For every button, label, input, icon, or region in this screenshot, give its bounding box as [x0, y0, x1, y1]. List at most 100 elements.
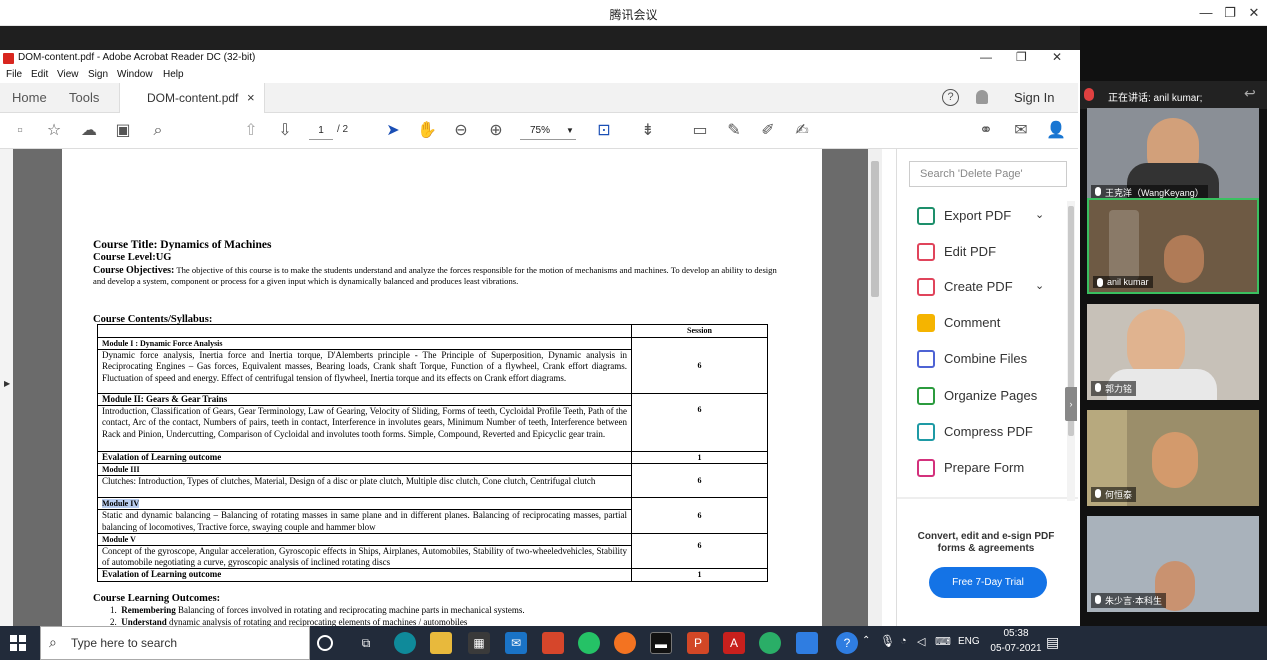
next-page-icon[interactable]: ⇩ — [275, 121, 295, 141]
ime-icon[interactable]: ⌨ — [935, 635, 951, 648]
session-value: 6 — [631, 337, 768, 394]
tool-combine-files[interactable]: Combine Files — [917, 349, 1067, 371]
volume-icon[interactable]: ◁ — [917, 635, 925, 648]
office-icon[interactable] — [542, 632, 564, 654]
notifications-icon[interactable]: ▤ — [1046, 634, 1059, 651]
document-scrollbar[interactable] — [868, 149, 882, 626]
wechat-icon[interactable] — [759, 632, 781, 654]
video-tile-participant-2[interactable]: anil kumar — [1087, 198, 1259, 294]
acrobat-close-button[interactable]: ✕ — [1052, 50, 1062, 64]
fit-page-icon[interactable]: ⊡ — [594, 121, 614, 141]
tab-close-button[interactable]: × — [247, 90, 255, 105]
email-icon[interactable]: ✉ — [1011, 121, 1031, 141]
tab-tools[interactable]: Tools — [69, 90, 99, 105]
tool-comment[interactable]: Comment — [917, 313, 1067, 335]
scrollbar-thumb[interactable] — [871, 161, 879, 297]
previous-page-icon[interactable]: ⇧ — [241, 121, 261, 141]
tool-label: Prepare Form — [944, 460, 1025, 475]
reply-arrow-icon[interactable]: ↩ — [1244, 85, 1256, 102]
upload-cloud-icon[interactable]: ☁ — [79, 121, 99, 141]
tool-export-pdf[interactable]: Export PDF ⌄ — [917, 206, 1067, 228]
zoom-select[interactable]: 75% ▼ — [520, 122, 576, 140]
acrobat-taskbar-icon[interactable]: A — [723, 632, 745, 654]
tool-label: Compress PDF — [944, 424, 1033, 439]
language-indicator[interactable]: ENG — [958, 636, 980, 647]
sign-in-button[interactable]: Sign In — [1014, 90, 1054, 105]
help-circle-icon[interactable]: ? — [836, 632, 858, 654]
tools-search-input[interactable]: Search 'Delete Page' — [909, 161, 1067, 187]
tool-create-pdf[interactable]: Create PDF ⌄ — [917, 277, 1067, 299]
print-icon[interactable]: ▣ — [113, 121, 133, 141]
acrobat-restore-button[interactable]: ❐ — [1016, 50, 1027, 64]
store-icon[interactable]: ▦ — [468, 632, 490, 654]
mail-icon[interactable]: ✉ — [505, 632, 527, 654]
link-icon[interactable]: ⚭ — [976, 121, 996, 141]
help-icon[interactable]: ? — [942, 89, 959, 106]
select-cursor-icon[interactable]: ➤ — [383, 121, 403, 141]
tab-document[interactable]: DOM-content.pdf × — [119, 83, 265, 114]
video-tile-participant-5[interactable]: 朱少言·本科生 — [1087, 516, 1259, 612]
task-view-icon[interactable]: ⧉ — [355, 632, 377, 654]
menu-sign[interactable]: Sign — [88, 69, 108, 80]
page-total: / 2 — [337, 124, 349, 135]
video-tile-participant-3[interactable]: 郭力铭 — [1087, 304, 1259, 400]
mic-icon — [1095, 187, 1101, 196]
tab-home[interactable]: Home — [12, 90, 47, 105]
collapse-pane-icon[interactable]: › — [1065, 387, 1077, 421]
menu-edit[interactable]: Edit — [31, 69, 48, 80]
chevron-down-icon[interactable]: ⌄ — [1035, 279, 1044, 292]
video-tile-participant-1[interactable]: 王克洋（WangKeyang） — [1087, 108, 1259, 204]
fill-sign-icon[interactable]: ✍ — [792, 121, 812, 141]
video-tile-participant-4[interactable]: 何恒泰 — [1087, 410, 1259, 506]
highlight-pen-icon[interactable]: ✎ — [724, 121, 744, 141]
zoom-in-icon[interactable]: ⊕ — [486, 121, 506, 141]
clock-time[interactable]: 05:38 — [996, 628, 1036, 639]
meeting-close-button[interactable]: ✕ — [1244, 4, 1264, 22]
outcome-item-2: 2. Understand dynamic analysis of rotati… — [110, 617, 468, 626]
tray-chevron-up-icon[interactable]: ⌃ — [862, 635, 870, 646]
free-trial-button[interactable]: Free 7-Day Trial — [929, 567, 1047, 598]
menu-window[interactable]: Window — [117, 69, 153, 80]
comment-icon[interactable]: ▭ — [690, 121, 710, 141]
firefox-icon[interactable] — [614, 632, 636, 654]
whatsapp-icon[interactable] — [578, 632, 600, 654]
module-cell: Module III Clutches: Introduction, Types … — [97, 463, 632, 499]
powerpoint-icon[interactable]: P — [687, 632, 709, 654]
save-icon[interactable]: ▫ — [10, 121, 30, 141]
hand-tool-icon[interactable]: ✋ — [417, 121, 437, 141]
cortana-icon[interactable] — [317, 635, 333, 651]
module-cell: Module V Concept of the gyroscope, Angula… — [97, 532, 632, 570]
windows-start-icon[interactable] — [10, 635, 26, 651]
left-panel-toggle[interactable]: ▶ — [0, 149, 13, 626]
find-search-icon[interactable]: ⌕ — [148, 121, 168, 141]
screen-share-strip — [0, 26, 1080, 50]
bookmark-star-icon[interactable]: ☆ — [44, 121, 64, 141]
tool-compress-pdf[interactable]: Compress PDF — [917, 422, 1067, 444]
bell-icon[interactable] — [976, 90, 988, 104]
tool-prepare-form[interactable]: Prepare Form — [917, 458, 1067, 480]
acrobat-minimize-button[interactable]: — — [980, 50, 992, 64]
microphone-icon[interactable]: 🎙 — [880, 634, 895, 648]
menu-file[interactable]: File — [6, 69, 22, 80]
clock-date[interactable]: 05-07-2021 — [986, 643, 1046, 654]
scroll-mode-icon[interactable]: ⇟ — [638, 121, 658, 141]
tools-scrollbar[interactable] — [1067, 201, 1075, 501]
zoom-out-icon[interactable]: ⊖ — [451, 121, 471, 141]
draw-icon[interactable]: ✐ — [758, 121, 778, 141]
tool-edit-pdf[interactable]: Edit PDF — [917, 242, 1067, 264]
taskbar-search-box[interactable]: ⌕ Type here to search — [40, 626, 310, 660]
menu-help[interactable]: Help — [163, 69, 184, 80]
chevron-down-icon[interactable]: ⌄ — [1035, 208, 1044, 221]
wifi-icon[interactable]: ◔ — [900, 635, 907, 647]
meeting-minimize-button[interactable]: — — [1196, 4, 1216, 22]
document-viewport[interactable]: ▶ Course Title: Dynamics of Machines Cou… — [0, 149, 882, 626]
page-number-input[interactable]: 1 — [309, 122, 333, 140]
terminal-icon[interactable]: ▬ — [650, 632, 672, 654]
file-explorer-icon[interactable] — [430, 632, 452, 654]
meeting-restore-button[interactable]: ❐ — [1220, 4, 1240, 22]
tencent-meeting-icon[interactable] — [796, 632, 818, 654]
menu-view[interactable]: View — [57, 69, 79, 80]
add-user-icon[interactable]: 👤 — [1046, 121, 1066, 141]
edge-browser-icon[interactable] — [394, 632, 416, 654]
tool-organize-pages[interactable]: Organize Pages — [917, 386, 1067, 408]
